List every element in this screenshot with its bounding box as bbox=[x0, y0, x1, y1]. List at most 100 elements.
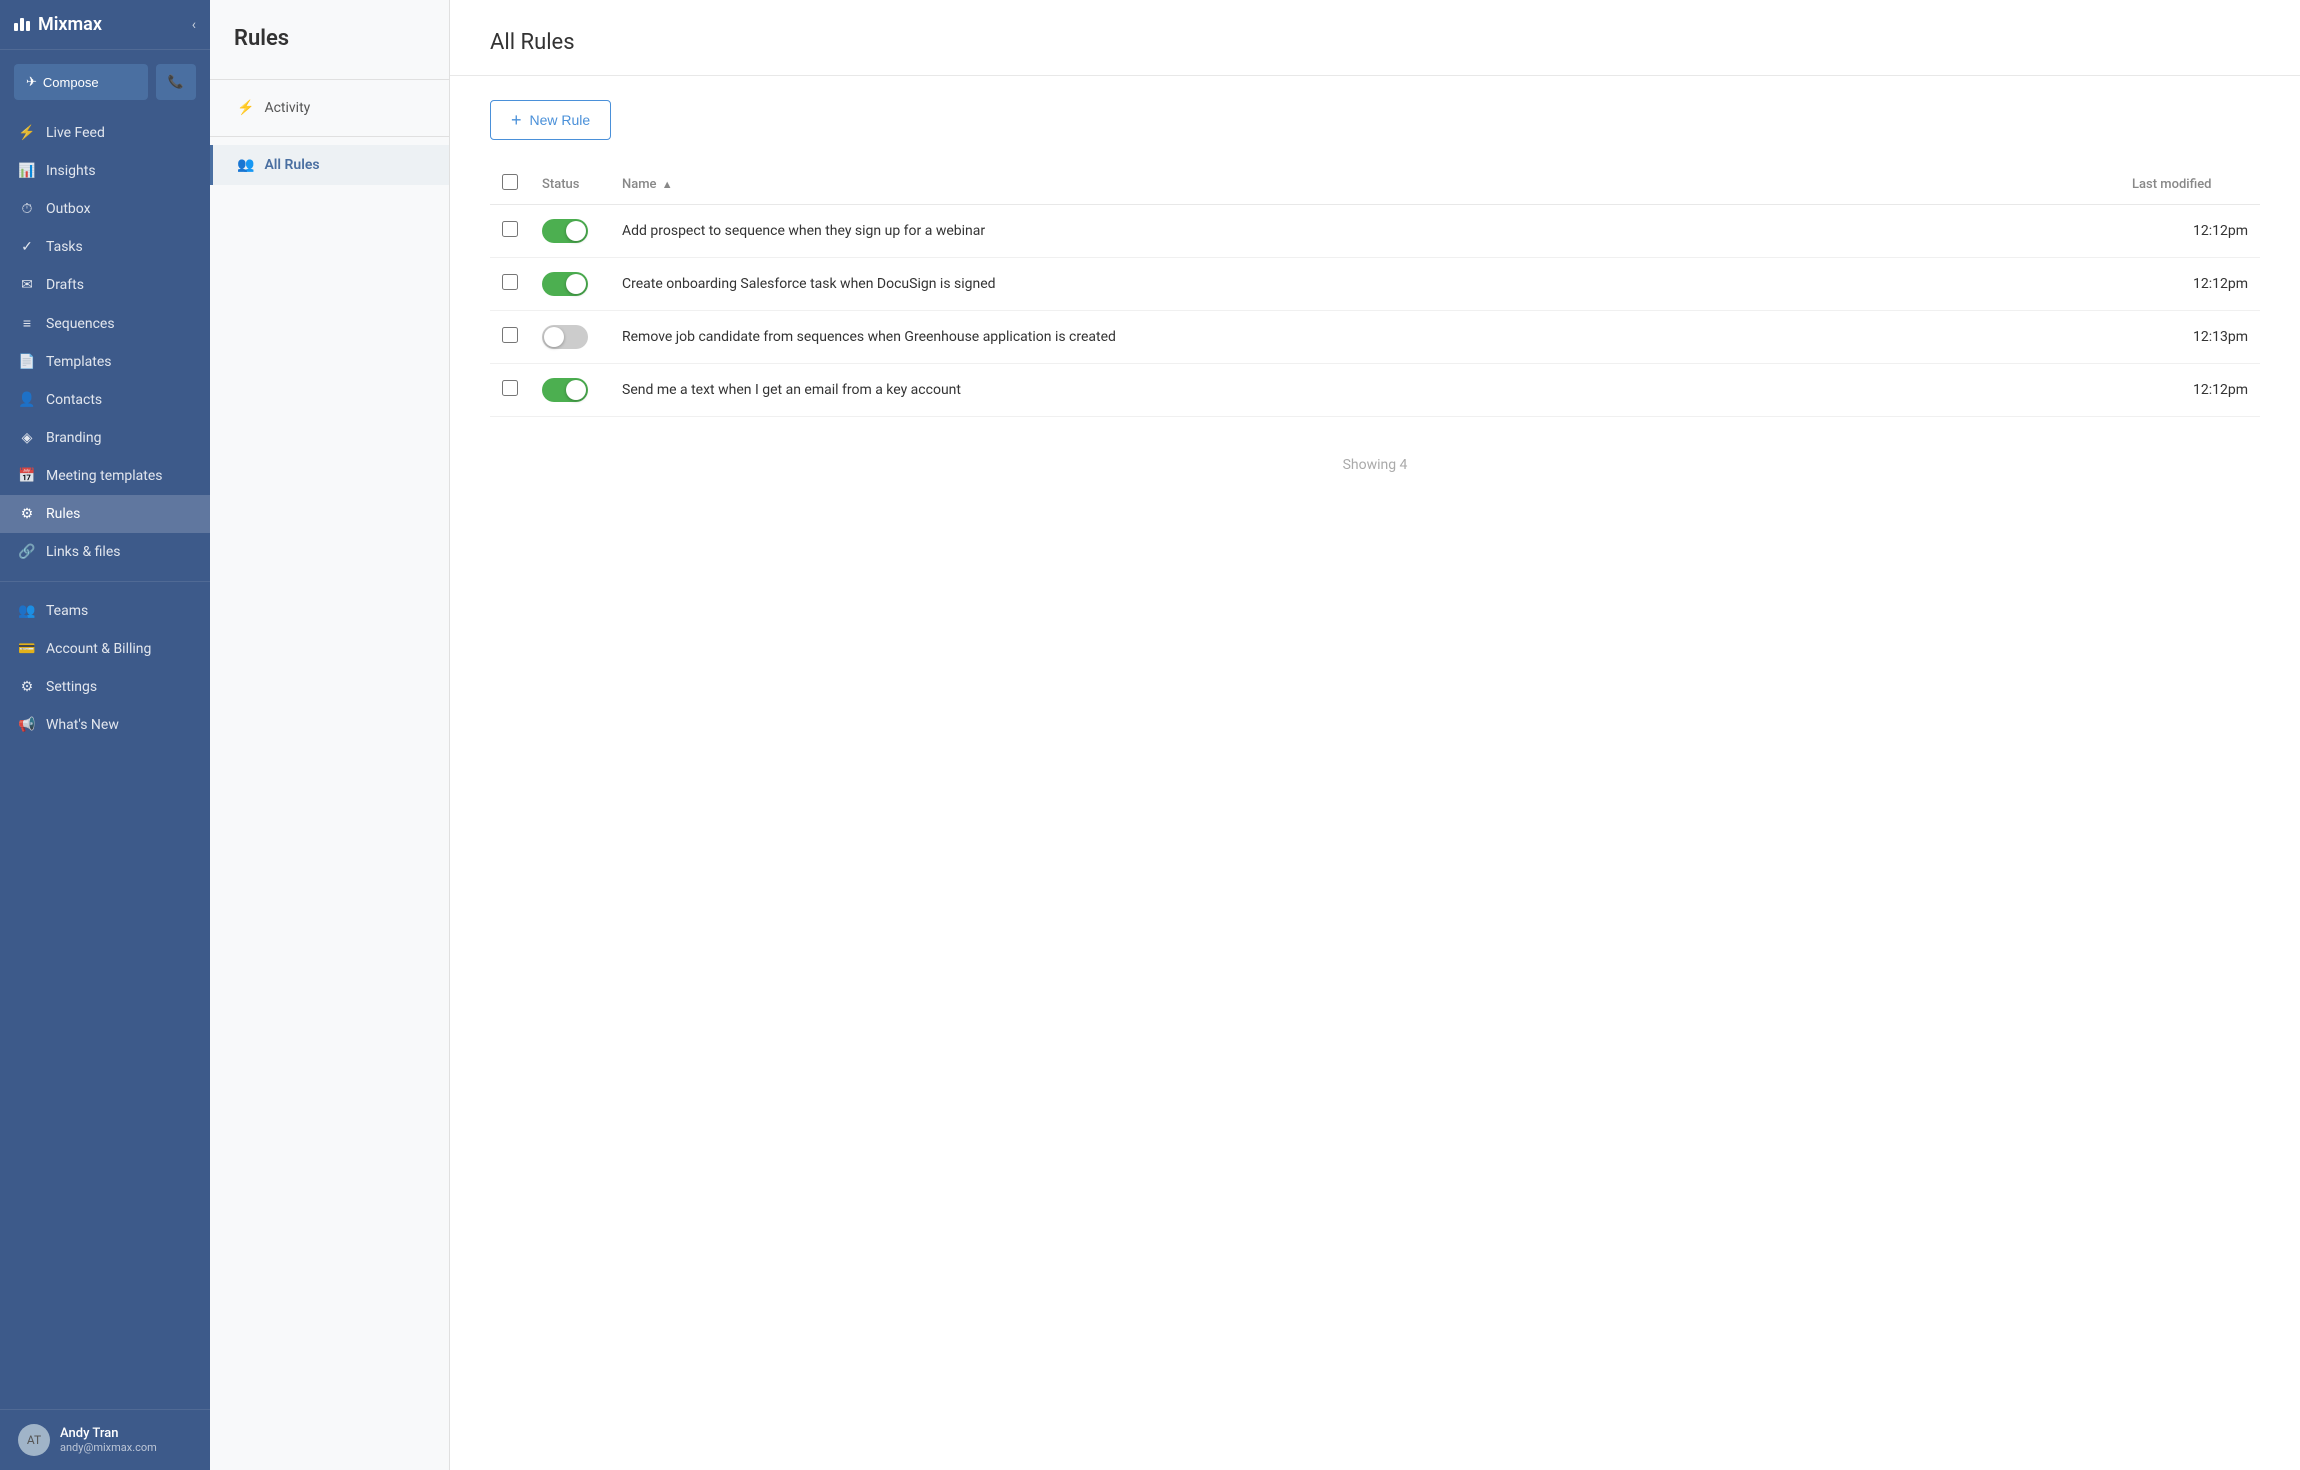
sidebar-item-label: Branding bbox=[46, 430, 101, 446]
middle-nav-label: Activity bbox=[264, 100, 310, 116]
sidebar-item-label: Settings bbox=[46, 679, 97, 695]
user-area[interactable]: AT Andy Tran andy@mixmax.com bbox=[0, 1410, 210, 1470]
status-toggle[interactable] bbox=[542, 325, 588, 349]
tasks-icon: ✓ bbox=[18, 239, 36, 255]
last-modified-value: 12:12pm bbox=[2193, 276, 2248, 292]
activity-icon: ⚡ bbox=[237, 100, 254, 116]
sidebar-item-tasks[interactable]: ✓ Tasks bbox=[0, 228, 210, 266]
row-modified-cell: 12:12pm bbox=[2120, 258, 2260, 311]
row-modified-cell: 12:13pm bbox=[2120, 311, 2260, 364]
sidebar-item-drafts[interactable]: ✉ Drafts bbox=[0, 266, 210, 304]
avatar: AT bbox=[18, 1424, 50, 1456]
th-checkbox bbox=[490, 164, 530, 205]
row-checkbox[interactable] bbox=[502, 274, 518, 290]
middle-nav-all-rules[interactable]: 👥 All Rules bbox=[210, 145, 449, 185]
row-status-cell bbox=[530, 258, 610, 311]
showing-count: Showing 4 bbox=[490, 457, 2260, 473]
row-checkbox-cell bbox=[490, 364, 530, 417]
row-checkbox-cell bbox=[490, 311, 530, 364]
main-content: All Rules + New Rule Status Name ▲ bbox=[450, 0, 2300, 1470]
new-rule-button[interactable]: + New Rule bbox=[490, 100, 611, 140]
row-modified-cell: 12:12pm bbox=[2120, 205, 2260, 258]
sidebar-item-teams[interactable]: 👥 Teams bbox=[0, 592, 210, 630]
sidebar-bottom: AT Andy Tran andy@mixmax.com bbox=[0, 1409, 210, 1470]
row-name-cell: Create onboarding Salesforce task when D… bbox=[610, 258, 2120, 311]
sidebar-item-sequences[interactable]: ≡ Sequences bbox=[0, 304, 210, 343]
sidebar-item-branding[interactable]: ◈ Branding bbox=[0, 419, 210, 457]
sidebar-item-label: Outbox bbox=[46, 201, 91, 217]
row-modified-cell: 12:12pm bbox=[2120, 364, 2260, 417]
compose-button[interactable]: ✈ Compose bbox=[14, 64, 148, 100]
sidebar-item-meeting-templates[interactable]: 📅 Meeting templates bbox=[0, 457, 210, 495]
row-checkbox[interactable] bbox=[502, 380, 518, 396]
sidebar-item-insights[interactable]: 📊 Insights bbox=[0, 152, 210, 190]
th-last-modified[interactable]: Last modified bbox=[2120, 164, 2260, 205]
user-info: Andy Tran andy@mixmax.com bbox=[60, 1426, 157, 1454]
table-row: Remove job candidate from sequences when… bbox=[490, 311, 2260, 364]
rules-icon: ⚙ bbox=[18, 506, 36, 522]
sidebar-item-label: Account & Billing bbox=[46, 641, 151, 657]
sidebar-item-live-feed[interactable]: ⚡ Live Feed bbox=[0, 114, 210, 152]
branding-icon: ◈ bbox=[18, 430, 36, 446]
middle-nav-label: All Rules bbox=[264, 157, 319, 173]
row-status-cell bbox=[530, 205, 610, 258]
drafts-icon: ✉ bbox=[18, 277, 36, 293]
sidebar-item-outbox[interactable]: ⏱ Outbox bbox=[0, 190, 210, 228]
status-toggle[interactable] bbox=[542, 378, 588, 402]
sidebar-item-settings[interactable]: ⚙ Settings bbox=[0, 668, 210, 706]
sidebar-item-label: Live Feed bbox=[46, 125, 105, 141]
rule-name: Add prospect to sequence when they sign … bbox=[622, 223, 985, 239]
row-checkbox-cell bbox=[490, 258, 530, 311]
sidebar-header: Mixmax ‹ bbox=[0, 0, 210, 50]
th-name[interactable]: Name ▲ bbox=[610, 164, 2120, 205]
row-status-cell bbox=[530, 364, 610, 417]
row-status-cell bbox=[530, 311, 610, 364]
sidebar-item-whats-new[interactable]: 📢 What's New bbox=[0, 706, 210, 744]
sidebar-item-links-files[interactable]: 🔗 Links & files bbox=[0, 533, 210, 571]
status-toggle[interactable] bbox=[542, 219, 588, 243]
sidebar-item-label: What's New bbox=[46, 717, 119, 733]
last-modified-value: 12:12pm bbox=[2193, 382, 2248, 398]
sidebar: Mixmax ‹ ✈ Compose 📞 ⚡ Live Feed 📊 Insig… bbox=[0, 0, 210, 1470]
whats-new-icon: 📢 bbox=[18, 717, 36, 733]
phone-button[interactable]: 📞 bbox=[156, 64, 196, 100]
sidebar-item-contacts[interactable]: 👤 Contacts bbox=[0, 381, 210, 419]
middle-divider bbox=[210, 79, 449, 80]
new-rule-label: New Rule bbox=[530, 112, 591, 128]
sidebar-item-label: Sequences bbox=[46, 316, 115, 332]
row-checkbox[interactable] bbox=[502, 221, 518, 237]
select-all-checkbox[interactable] bbox=[502, 174, 518, 190]
toggle-knob bbox=[544, 327, 564, 347]
logo-icon bbox=[14, 18, 30, 31]
teams-icon: 👥 bbox=[18, 603, 36, 619]
sidebar-item-rules[interactable]: ⚙ Rules bbox=[0, 495, 210, 533]
sidebar-item-account-billing[interactable]: 💳 Account & Billing bbox=[0, 630, 210, 668]
sidebar-item-label: Contacts bbox=[46, 392, 102, 408]
row-checkbox[interactable] bbox=[502, 327, 518, 343]
rule-name: Remove job candidate from sequences when… bbox=[622, 329, 1116, 345]
insights-icon: 📊 bbox=[18, 163, 36, 179]
row-name-cell: Add prospect to sequence when they sign … bbox=[610, 205, 2120, 258]
app-name: Mixmax bbox=[38, 14, 102, 35]
sidebar-divider bbox=[0, 581, 210, 582]
th-status[interactable]: Status bbox=[530, 164, 610, 205]
user-email: andy@mixmax.com bbox=[60, 1441, 157, 1454]
settings-icon: ⚙ bbox=[18, 679, 36, 695]
sidebar-item-label: Insights bbox=[46, 163, 96, 179]
toggle-knob bbox=[566, 221, 586, 241]
table-row: Send me a text when I get an email from … bbox=[490, 364, 2260, 417]
compose-area: ✈ Compose 📞 bbox=[0, 50, 210, 114]
links-files-icon: 🔗 bbox=[18, 544, 36, 560]
outbox-icon: ⏱ bbox=[18, 201, 36, 217]
row-name-cell: Remove job candidate from sequences when… bbox=[610, 311, 2120, 364]
table-row: Create onboarding Salesforce task when D… bbox=[490, 258, 2260, 311]
last-modified-value: 12:12pm bbox=[2193, 223, 2248, 239]
sidebar-item-label: Links & files bbox=[46, 544, 120, 560]
sidebar-item-templates[interactable]: 📄 Templates bbox=[0, 343, 210, 381]
status-toggle[interactable] bbox=[542, 272, 588, 296]
sidebar-item-label: Tasks bbox=[46, 239, 83, 255]
sort-arrow-icon: ▲ bbox=[662, 178, 673, 191]
middle-nav-activity[interactable]: ⚡ Activity bbox=[210, 88, 449, 128]
main-header: All Rules bbox=[450, 0, 2300, 76]
sidebar-collapse-button[interactable]: ‹ bbox=[192, 17, 196, 33]
